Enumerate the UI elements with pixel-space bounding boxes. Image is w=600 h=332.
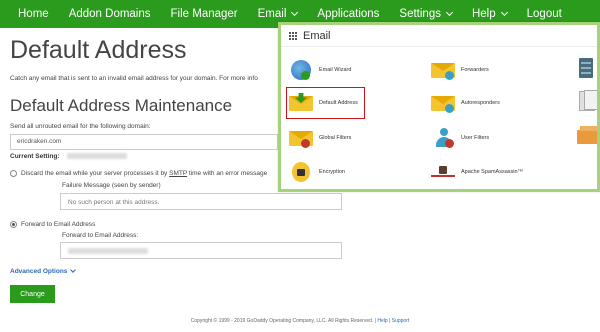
nav-home-label: Home: [18, 8, 49, 20]
encryption-icon: [289, 162, 313, 182]
chevron-down-icon: [70, 267, 77, 273]
nav-addon-domains[interactable]: Addon Domains: [69, 8, 151, 20]
nav-home[interactable]: Home: [18, 8, 49, 20]
discard-radio[interactable]: [10, 170, 17, 177]
server-icon: [577, 58, 597, 78]
current-setting-label: Current Setting:: [10, 153, 60, 160]
menu-item-default-address[interactable]: Default Address: [289, 93, 358, 113]
email-menu-header: Email: [281, 25, 597, 47]
support-link[interactable]: Support: [392, 318, 410, 324]
failure-message-input[interactable]: No such person at this address.: [60, 193, 342, 210]
email-menu-panel: Email Email Wizard Forwarders Default Ad…: [278, 22, 600, 192]
email-wizard-icon: [289, 60, 313, 80]
domain-select[interactable]: ericdraken.com: [10, 134, 278, 150]
forward-address-label: Forward to Email Address:: [62, 232, 139, 239]
menu-item-user-filters[interactable]: User Filters: [431, 128, 489, 148]
menu-item-global-filters[interactable]: Global Filters: [289, 128, 351, 148]
forwarders-icon: [431, 60, 455, 80]
advanced-options-toggle[interactable]: Advanced Options: [10, 267, 77, 275]
nav-settings[interactable]: Settings: [399, 8, 454, 20]
nav-applications-label: Applications: [317, 8, 380, 20]
global-filters-icon: [289, 128, 313, 148]
intro-text: Catch any email that is sent to an inval…: [10, 75, 258, 82]
menu-item-autoresponders[interactable]: Autoresponders: [431, 93, 500, 113]
discard-label-before: Discard the email while your server proc…: [21, 170, 170, 177]
menu-item-encryption[interactable]: Encryption: [289, 162, 345, 182]
nav-file-manager[interactable]: File Manager: [171, 8, 238, 20]
nav-settings-label: Settings: [399, 8, 441, 20]
chevron-down-icon: [500, 8, 508, 17]
help-link[interactable]: Help: [377, 318, 387, 324]
menu-item-forwarders[interactable]: Forwarders: [431, 60, 489, 80]
menu-item-label: Global Filters: [319, 135, 352, 141]
documents-icon: [577, 90, 597, 111]
autoresponders-icon: [431, 93, 455, 113]
menu-item-label: Email Wizard: [319, 67, 352, 73]
redacted-email: [67, 153, 128, 160]
forward-address-input[interactable]: [60, 242, 342, 259]
menu-item-label: User Filters: [461, 135, 490, 141]
nav-logout-label: Logout: [526, 8, 562, 20]
menu-item-label: Forwarders: [461, 67, 489, 73]
forward-radio[interactable]: [10, 221, 17, 228]
discard-label-after: time with an error message: [187, 170, 268, 177]
nav-email[interactable]: Email: [257, 8, 299, 20]
domain-select-label: Send all unrouted email for the followin…: [10, 123, 151, 130]
menu-item-email-wizard[interactable]: Email Wizard: [289, 60, 351, 80]
nav-help-label: Help: [471, 8, 496, 20]
menu-item-label: Apache SpamAssassin™: [461, 169, 524, 175]
discard-option-label: Discard the email while your server proc…: [21, 170, 267, 177]
nav-file-manager-label: File Manager: [170, 8, 238, 20]
archive-box-icon: [577, 126, 597, 146]
default-address-icon: [289, 93, 313, 113]
nav-applications[interactable]: Applications: [317, 8, 379, 20]
nav-email-label: Email: [257, 8, 287, 20]
nav-help[interactable]: Help: [471, 8, 508, 20]
chevron-down-icon: [445, 8, 454, 17]
menu-item-partial-server[interactable]: [577, 58, 597, 78]
user-filters-icon: [431, 128, 455, 148]
chevron-down-icon: [291, 8, 299, 17]
email-menu-title: Email: [303, 29, 331, 42]
advanced-options-label: Advanced Options: [10, 268, 68, 275]
menu-item-label: Autoresponders: [461, 100, 500, 106]
grid-icon: [289, 31, 297, 40]
section-title: Default Address Maintenance: [10, 96, 233, 115]
smtp-link[interactable]: SMTP: [169, 170, 187, 177]
change-button[interactable]: Change: [10, 285, 55, 303]
current-setting: Current Setting:: [10, 153, 128, 160]
menu-item-spamassassin[interactable]: Apache SpamAssassin™: [431, 162, 523, 182]
menu-item-label: Default Address: [319, 100, 358, 106]
page-title: Default Address: [10, 36, 187, 64]
forward-option-label: Forward to Email Address: [21, 221, 96, 228]
failure-message-label: Failure Message (seen by sender): [62, 182, 161, 189]
menu-item-label: Encryption: [319, 169, 345, 175]
redacted-email: [68, 248, 148, 255]
nav-addon-domains-label: Addon Domains: [68, 8, 151, 20]
menu-item-partial-archive[interactable]: [577, 126, 597, 146]
menu-item-partial-documents[interactable]: [577, 90, 597, 111]
copyright-text: Copyright © 1999 - 2019 GoDaddy Operatin…: [190, 318, 374, 324]
nav-logout[interactable]: Logout: [527, 8, 562, 20]
footer: Copyright © 1999 - 2019 GoDaddy Operatin…: [0, 318, 600, 324]
spamassassin-icon: [431, 162, 455, 182]
